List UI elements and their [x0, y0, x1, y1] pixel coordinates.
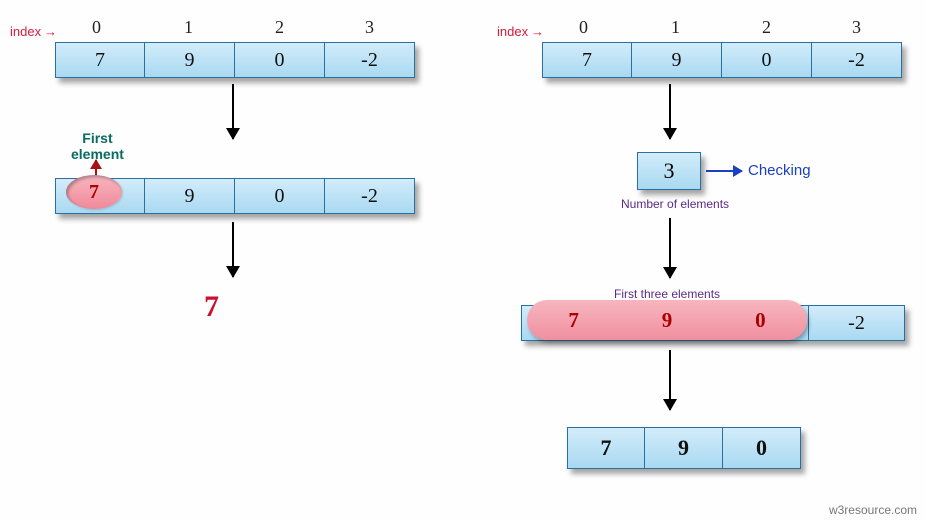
hl-val: 7: [568, 308, 579, 333]
cell: 0: [722, 42, 812, 78]
cell: -2: [325, 178, 415, 214]
right-arrow-down-3: [669, 350, 671, 410]
right-index-label: index: [497, 24, 528, 39]
right-array-top: 7 9 0 -2: [542, 42, 902, 78]
right-idx-0: 0: [579, 17, 588, 38]
right-idx-1: 1: [671, 17, 680, 38]
right-index-arrow-icon: →: [531, 24, 544, 40]
right-array-result: 7 9 0: [567, 427, 801, 469]
right-idx-3: 3: [852, 17, 861, 38]
cell: 0: [235, 178, 325, 214]
right-idx-2: 2: [762, 17, 771, 38]
left-arrow-down-2: [232, 222, 234, 277]
left-result: 7: [204, 290, 219, 324]
left-index-label: index: [10, 24, 41, 39]
num-elements-label: Number of elements: [621, 197, 729, 211]
hl-val: 9: [662, 308, 673, 333]
first-element-pointer-icon: [95, 160, 97, 176]
cell: -2: [325, 42, 415, 78]
first-three-label: First three elements: [614, 287, 720, 301]
left-arrow-down-1: [232, 84, 234, 139]
cell: 0: [235, 42, 325, 78]
left-idx-1: 1: [184, 17, 193, 38]
first-element-highlight: 7: [66, 175, 122, 209]
cell: 9: [645, 427, 723, 469]
checking-arrow-icon: [706, 170, 742, 172]
left-array-top: 7 9 0 -2: [55, 42, 415, 78]
left-idx-2: 2: [275, 17, 284, 38]
cell: 9: [632, 42, 722, 78]
cell: 0: [723, 427, 801, 469]
cell: -2: [812, 42, 902, 78]
right-arrow-down-2: [669, 218, 671, 278]
right-arrow-down-1: [669, 84, 671, 139]
left-idx-0: 0: [92, 17, 101, 38]
hl-val: 0: [755, 308, 766, 333]
checking-label: Checking: [748, 162, 811, 179]
cell: 7: [542, 42, 632, 78]
cell: -2: [809, 305, 905, 341]
check-count-box: 3: [637, 152, 701, 190]
left-index-arrow-icon: →: [44, 24, 57, 40]
first-three-highlight: 7 9 0: [527, 300, 807, 340]
left-idx-3: 3: [365, 17, 374, 38]
cell: 7: [567, 427, 645, 469]
first-element-label: Firstelement: [71, 130, 124, 162]
cell: 7: [55, 42, 145, 78]
cell: 9: [145, 178, 235, 214]
cell: 9: [145, 42, 235, 78]
watermark: w3resource.com: [829, 503, 917, 517]
